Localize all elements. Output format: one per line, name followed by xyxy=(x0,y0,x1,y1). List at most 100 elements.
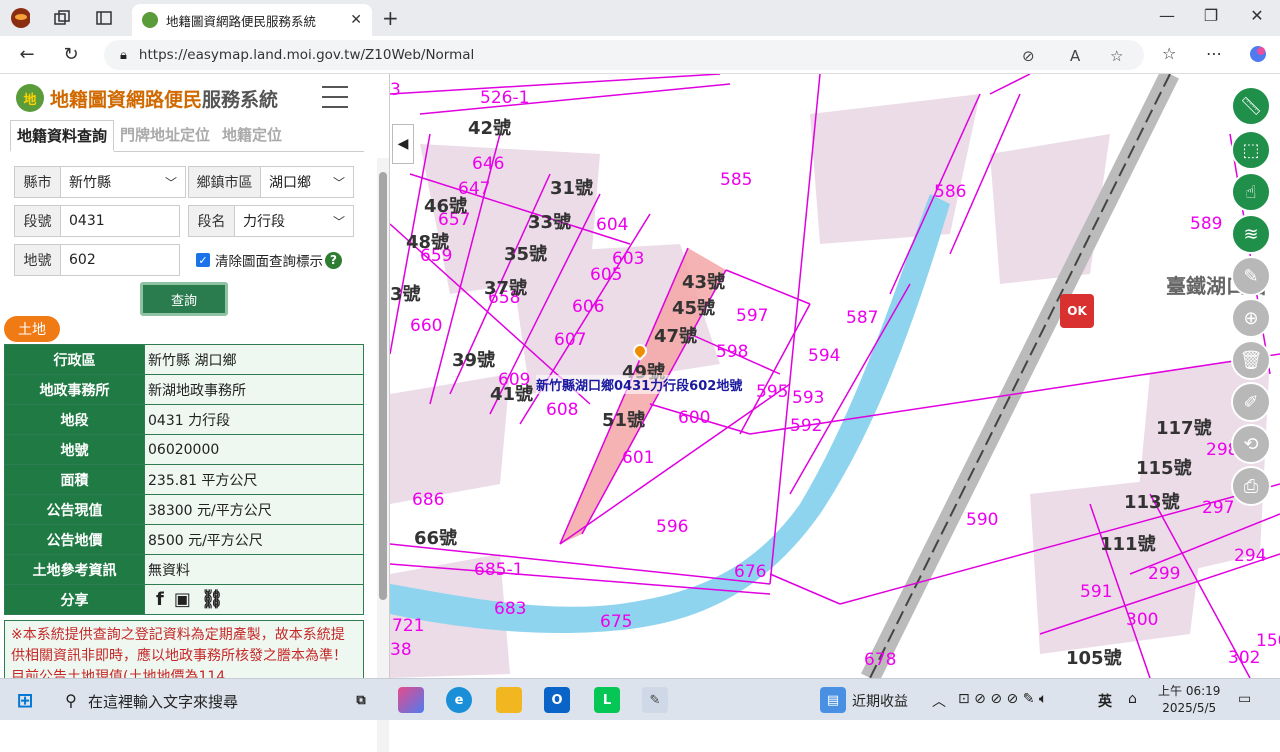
select-area-icon[interactable]: ⬚ xyxy=(1231,130,1271,170)
ruler-icon[interactable]: 📏︎ xyxy=(1231,86,1271,126)
panel-scrollbar[interactable] xyxy=(377,158,389,752)
lot-number: 592 xyxy=(790,416,823,436)
help-icon[interactable]: ? xyxy=(325,251,342,269)
chevron-up-icon[interactable]: ︿ xyxy=(932,691,946,711)
lot-number: 606 xyxy=(572,297,605,317)
back-icon[interactable]: ← xyxy=(16,44,38,65)
windows-start-icon[interactable]: ⊞ xyxy=(12,687,38,713)
edit-icon[interactable]: ✐ xyxy=(1231,382,1271,422)
section-no-field[interactable]: 段號 0431 xyxy=(14,205,180,237)
chevron-down-icon: ﹀ xyxy=(333,175,346,190)
search-icon[interactable]: ⚲ xyxy=(58,687,84,713)
cadastral-map[interactable]: ◀ 526-1 646 647 657 659 658 660 604 603 … xyxy=(390,74,1280,678)
line-icon[interactable]: ▣ xyxy=(174,589,191,610)
print-icon[interactable]: ⎙ xyxy=(1231,466,1271,506)
township-select[interactable]: 鄉鎮市區 湖口鄉 ﹀ xyxy=(188,166,354,198)
new-tab-icon[interactable]: + xyxy=(382,6,399,30)
query-button[interactable]: 查詢 xyxy=(140,282,228,316)
lot-number-field[interactable]: 地號 602 xyxy=(14,244,180,276)
house-number: 37號 xyxy=(484,278,528,299)
table-row: 土地參考資訊 無資料 xyxy=(4,554,364,585)
facebook-icon[interactable]: f xyxy=(156,589,164,610)
store-marker[interactable]: OK xyxy=(1060,294,1094,328)
copilot-taskbar-icon[interactable] xyxy=(398,687,424,713)
notice-text: ※本系統提供查詢之登記資料為定期產製，故本系統提供相關資訊非即時，應以地政事務所… xyxy=(4,620,364,680)
lot-number: 608 xyxy=(546,400,579,420)
paint-icon[interactable]: ✎ xyxy=(642,687,668,713)
menu-icon[interactable] xyxy=(322,86,348,116)
house-number: 51號 xyxy=(602,410,646,431)
close-icon[interactable]: ✕ xyxy=(350,12,362,28)
read-aloud-icon[interactable]: A xyxy=(1070,47,1080,65)
ime-mode-icon[interactable]: ⌂ xyxy=(1128,691,1137,707)
url-field[interactable]: 🔒︎ https://easymap.land.moi.gov.tw/Z10We… xyxy=(104,40,1144,70)
clear-marks-checkbox[interactable]: ✓ xyxy=(196,253,210,267)
tray-icons[interactable]: ⊡ ⊘ ⊘ ⊘ ✎ 🔈︎ xyxy=(958,691,1047,707)
taskbar-search[interactable]: 在這裡輸入文字來搜尋 xyxy=(88,691,238,712)
edge-icon[interactable]: e xyxy=(446,687,472,713)
tab-address-locate[interactable]: 門牌地址定位 xyxy=(114,120,216,151)
chevron-down-icon: ﹀ xyxy=(333,214,346,229)
tab-actions-icon[interactable] xyxy=(94,8,114,28)
county-select[interactable]: 縣市 新竹縣 ﹀ xyxy=(14,166,186,198)
favorite-star-icon[interactable]: ☆ xyxy=(1110,47,1123,65)
lot-number: 586 xyxy=(934,182,967,202)
lot-number: 587 xyxy=(846,308,879,328)
favorites-icon[interactable]: ☆ xyxy=(1162,44,1176,63)
lot-number: 595 xyxy=(756,382,789,402)
land-tag: 土地 xyxy=(4,316,60,342)
house-number: 47號 xyxy=(654,326,698,347)
tab-land-query[interactable]: 地籍資料查詢 xyxy=(10,120,115,152)
house-number: 39號 xyxy=(452,350,496,371)
outlook-icon[interactable]: O xyxy=(544,687,570,713)
chevron-down-icon: ﹀ xyxy=(165,175,178,190)
more-icon[interactable]: ⋯ xyxy=(1206,44,1222,63)
house-number: 111號 xyxy=(1100,534,1156,555)
refresh-icon[interactable]: ↻ xyxy=(60,44,82,65)
window-close-icon[interactable]: ✕ xyxy=(1242,6,1272,25)
copilot-icon[interactable] xyxy=(1248,44,1268,68)
profile-icon[interactable] xyxy=(10,8,30,28)
taskbar: ⊞ ⚲ 在這裡輸入文字來搜尋 ⧉ e O L ✎ ▤ 近期收益 ︿ ⊡ ⊘ ⊘ … xyxy=(0,678,1280,720)
url-text: https://easymap.land.moi.gov.tw/Z10Web/N… xyxy=(138,47,475,63)
clock-time: 上午 06:19 xyxy=(1158,684,1221,698)
lot-number: 604 xyxy=(596,215,629,235)
locate-icon[interactable]: ⊕ xyxy=(1231,298,1271,338)
news-icon[interactable]: ▤ xyxy=(820,687,846,713)
news-text[interactable]: 近期收益 xyxy=(852,691,908,711)
notification-icon[interactable]: ▭ xyxy=(1238,691,1251,707)
app-logo[interactable]: 地 地籍圖資網路便民服務系統 xyxy=(16,84,278,112)
task-view-icon[interactable]: ⧉ xyxy=(348,687,374,713)
file-explorer-icon[interactable] xyxy=(496,687,522,713)
history-icon[interactable]: ⟲ xyxy=(1231,424,1271,464)
lot-number: 294 xyxy=(1234,546,1267,566)
tracking-icon[interactable]: ⊘ xyxy=(1022,47,1035,65)
tab-land-locate[interactable]: 地籍定位 xyxy=(216,120,288,151)
section-name-select[interactable]: 段名 力行段 ﹀ xyxy=(188,205,354,237)
trash-icon[interactable]: 🗑︎ xyxy=(1231,340,1271,380)
lock-icon[interactable]: 🔒︎ xyxy=(120,48,127,63)
browser-tab[interactable]: 地籍圖資網路便民服務系統 ✕ xyxy=(132,4,372,36)
layers-icon[interactable]: ≋ xyxy=(1231,214,1271,254)
collapse-panel-icon[interactable]: ◀ xyxy=(392,124,414,164)
house-number: 105號 xyxy=(1066,648,1122,669)
address-bar: ← ↻ 🔒︎ https://easymap.land.moi.gov.tw/Z… xyxy=(0,36,1280,74)
lot-number: 660 xyxy=(410,316,443,336)
link-icon[interactable]: ⛓ xyxy=(201,589,224,610)
system-clock[interactable]: 上午 06:19 2025/5/5 xyxy=(1158,683,1220,717)
scrollbar-thumb[interactable] xyxy=(379,172,387,600)
workspaces-icon[interactable] xyxy=(52,8,72,28)
lot-number: 589 xyxy=(1190,214,1223,234)
section-name-label: 段名 xyxy=(189,206,235,236)
ime-indicator[interactable]: 英 xyxy=(1098,691,1112,711)
restore-icon[interactable]: ❐ xyxy=(1196,6,1226,25)
line-app-icon[interactable]: L xyxy=(594,687,620,713)
lot-number: 685-1 xyxy=(474,560,524,580)
lot-number: 38 xyxy=(390,640,412,660)
minimize-icon[interactable]: — xyxy=(1152,6,1182,25)
point-query-icon[interactable]: ☝ xyxy=(1231,172,1271,212)
house-number: 113號 xyxy=(1124,492,1180,513)
table-row: 行政區 新竹縣 湖口鄉 xyxy=(4,344,364,375)
table-row: 地政事務所 新湖地政事務所 xyxy=(4,374,364,405)
draw-icon[interactable]: ✎ xyxy=(1231,256,1271,296)
